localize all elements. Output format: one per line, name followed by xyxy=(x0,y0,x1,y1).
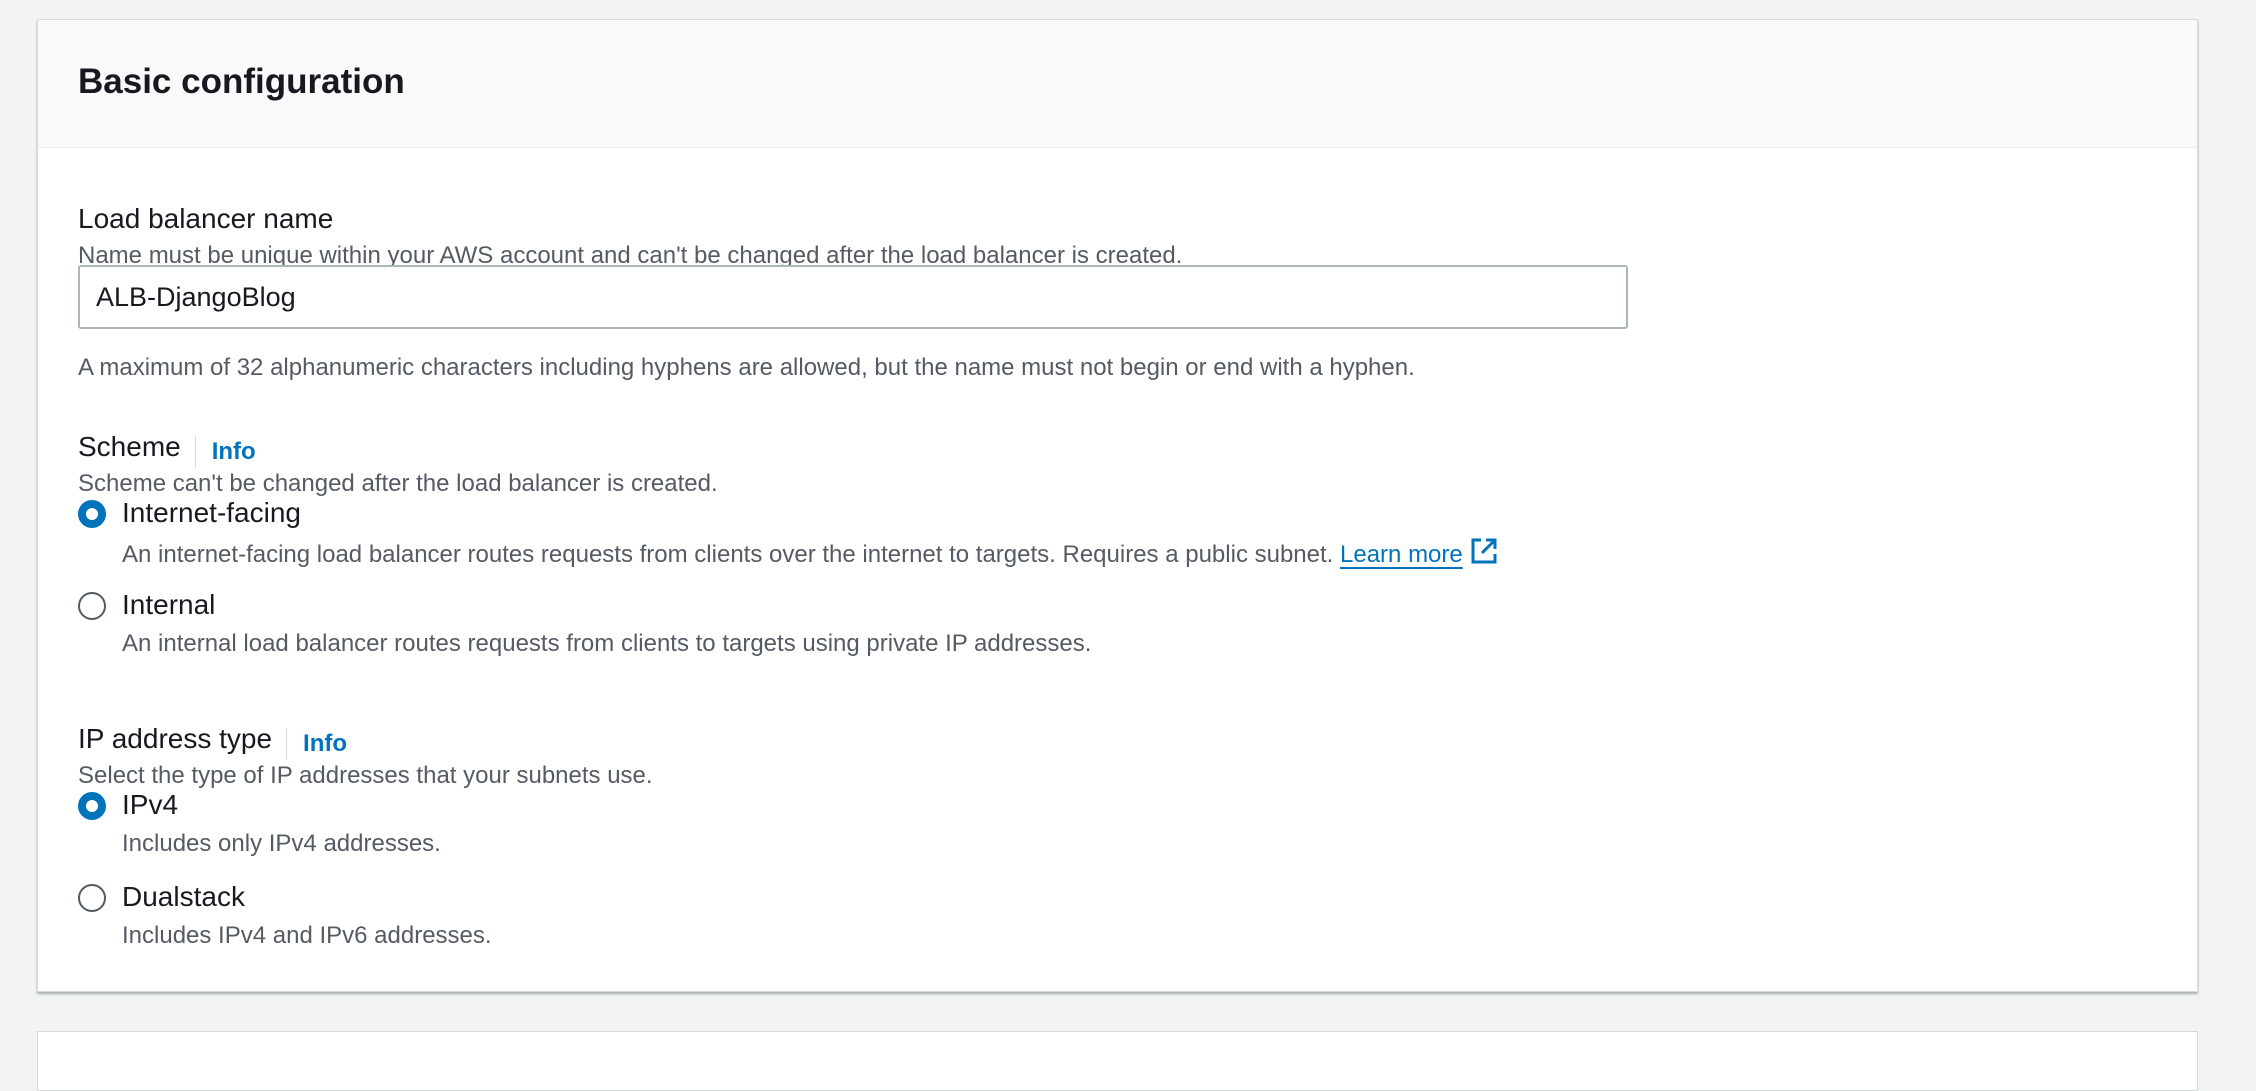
lb-name-input[interactable] xyxy=(78,265,1628,329)
internet-facing-description-text: An internet-facing load balancer routes … xyxy=(122,541,1334,568)
ip-type-header: IP address type Info xyxy=(78,721,347,760)
radio-ipv4[interactable] xyxy=(78,792,106,820)
panel-title: Basic configuration xyxy=(78,62,405,101)
next-section-panel xyxy=(37,1031,2198,1091)
lb-name-constraint: A maximum of 32 alphanumeric characters … xyxy=(78,354,1415,381)
radio-internal[interactable] xyxy=(78,592,106,620)
learn-more-link[interactable]: Learn more xyxy=(1340,541,1463,568)
dualstack-description: Includes IPv4 and IPv6 addresses. xyxy=(122,922,492,949)
external-link-icon[interactable] xyxy=(1469,536,1499,566)
panel-header: Basic configuration xyxy=(38,20,2197,148)
internal-label[interactable]: Internal xyxy=(122,587,215,623)
scheme-info-link[interactable]: Info xyxy=(212,438,256,465)
scheme-label: Scheme xyxy=(78,431,181,462)
ip-type-info-divider: Info xyxy=(286,727,347,760)
internet-facing-description: An internet-facing load balancer routes … xyxy=(122,536,1499,571)
ipv4-description: Includes only IPv4 addresses. xyxy=(122,830,441,857)
dualstack-label[interactable]: Dualstack xyxy=(122,879,245,915)
internal-description: An internal load balancer routes request… xyxy=(122,630,1092,657)
radio-dualstack[interactable] xyxy=(78,884,106,912)
basic-configuration-panel: Basic configuration Load balancer name N… xyxy=(37,19,2198,992)
ip-type-label: IP address type xyxy=(78,723,273,754)
ip-type-info-link[interactable]: Info xyxy=(303,730,347,757)
internet-facing-label[interactable]: Internet-facing xyxy=(122,495,301,531)
scheme-info-divider: Info xyxy=(194,435,256,468)
ipv4-label[interactable]: IPv4 xyxy=(122,787,178,823)
lb-name-label: Load balancer name xyxy=(78,203,334,234)
radio-internet-facing[interactable] xyxy=(78,500,106,528)
scheme-header: Scheme Info xyxy=(78,429,256,468)
